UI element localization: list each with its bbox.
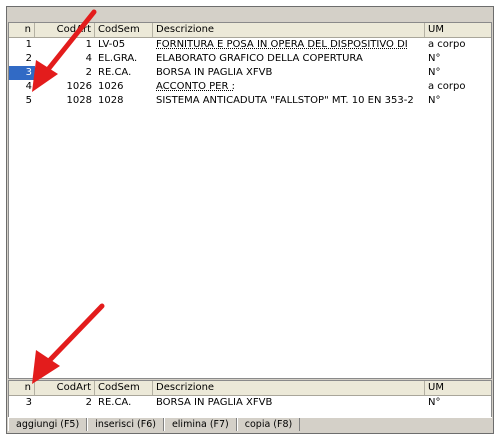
table-row[interactable]: 5 1028 1028 SISTEMA ANTICADUTA "FALLSTOP… xyxy=(9,94,491,108)
insert-button[interactable]: inserisci (F6) xyxy=(87,418,164,431)
col-header-codsem[interactable]: CodSem xyxy=(95,23,153,37)
cell-codsem: 1028 xyxy=(98,95,124,106)
col-header-codart[interactable]: CodArt xyxy=(35,381,95,395)
delete-button[interactable]: elimina (F7) xyxy=(163,418,237,431)
copy-button[interactable]: copia (F8) xyxy=(236,418,301,431)
cell-codsem: LV-05 xyxy=(98,39,126,50)
cell-descrizione: ACCONTO PER : xyxy=(156,81,235,92)
items-grid[interactable]: n CodArt CodSem Descrizione UM 1 1 LV-05… xyxy=(8,22,492,379)
grid-header: n CodArt CodSem Descrizione UM xyxy=(9,23,491,38)
cell-codsem: RE.CA. xyxy=(98,397,132,408)
cell-um: N° xyxy=(428,397,441,408)
add-button[interactable]: aggiungi (F5) xyxy=(8,418,88,431)
cell-descrizione: BORSA IN PAGLIA XFVB xyxy=(156,397,273,408)
cell-n: 4 xyxy=(25,81,32,92)
cell-codart: 1028 xyxy=(66,95,92,106)
table-row-selected[interactable]: 3 2 RE.CA. BORSA IN PAGLIA XFVB N° xyxy=(9,66,491,80)
col-header-um[interactable]: UM xyxy=(425,23,491,37)
cell-descrizione: FORNITURA E POSA IN OPERA DEL DISPOSITIV… xyxy=(156,39,408,50)
cell-n: 3 xyxy=(25,397,32,408)
cell-um: a corpo xyxy=(428,39,466,50)
col-header-n[interactable]: n xyxy=(9,381,35,395)
cell-um: N° xyxy=(428,53,441,64)
grid-window: n CodArt CodSem Descrizione UM 1 1 LV-05… xyxy=(6,6,494,434)
col-header-codart[interactable]: CodArt xyxy=(35,23,95,37)
cell-codart: 1026 xyxy=(66,81,92,92)
cell-codart: 2 xyxy=(85,67,92,78)
detail-grid[interactable]: n CodArt CodSem Descrizione UM 3 2 RE.CA… xyxy=(8,380,492,419)
cell-n: 3 xyxy=(9,66,35,80)
cell-codart: 1 xyxy=(85,39,92,50)
grid-header: n CodArt CodSem Descrizione UM xyxy=(9,381,491,396)
cell-um: a corpo xyxy=(428,81,466,92)
cell-codsem: 1026 xyxy=(98,81,124,92)
cell-n: 5 xyxy=(25,95,32,106)
table-row[interactable]: 4 1026 1026 ACCONTO PER : a corpo xyxy=(9,80,491,94)
col-header-codsem[interactable]: CodSem xyxy=(95,381,153,395)
cell-um: N° xyxy=(428,67,441,78)
cell-codsem: EL.GRA. xyxy=(98,53,138,64)
cell-n: 1 xyxy=(25,39,32,50)
cell-descrizione: ELABORATO GRAFICO DELLA COPERTURA xyxy=(156,53,363,64)
col-header-descrizione[interactable]: Descrizione xyxy=(153,23,425,37)
table-row[interactable]: 1 1 LV-05 FORNITURA E POSA IN OPERA DEL … xyxy=(9,38,491,52)
cell-codart: 2 xyxy=(85,397,92,408)
col-header-um[interactable]: UM xyxy=(425,381,491,395)
cell-codart: 4 xyxy=(85,53,92,64)
cell-descrizione: BORSA IN PAGLIA XFVB xyxy=(156,67,273,78)
col-header-descrizione[interactable]: Descrizione xyxy=(153,381,425,395)
cell-descrizione: SISTEMA ANTICADUTA "FALLSTOP" MT. 10 EN … xyxy=(156,95,414,106)
cell-um: N° xyxy=(428,95,441,106)
action-toolbar: aggiungi (F5) inserisci (F6) elimina (F7… xyxy=(8,417,492,432)
table-row[interactable]: 2 4 EL.GRA. ELABORATO GRAFICO DELLA COPE… xyxy=(9,52,491,66)
cell-n: 2 xyxy=(25,53,32,64)
table-row[interactable]: 3 2 RE.CA. BORSA IN PAGLIA XFVB N° xyxy=(9,396,491,410)
col-header-n[interactable]: n xyxy=(9,23,35,37)
cell-codsem: RE.CA. xyxy=(98,67,132,78)
